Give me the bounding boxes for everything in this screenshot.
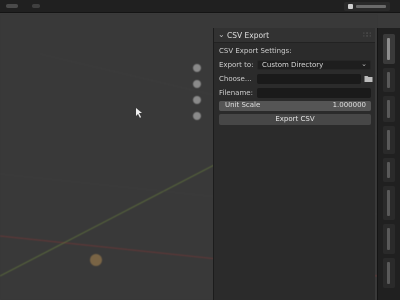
hand-pan-icon[interactable] [193,80,201,88]
filename-label: Filename: [219,89,253,97]
sidebar-tabs [377,28,400,300]
sidebar-tab[interactable] [383,34,395,64]
viewport-gizmo-tools [190,64,204,128]
export-to-value: Custom Directory [262,61,324,69]
export-csv-button[interactable]: Export CSV [219,114,371,125]
export-to-dropdown[interactable]: Custom Directory ⌄ [257,60,371,70]
scene-selector[interactable] [344,2,390,11]
grid-toggle-icon[interactable] [193,112,201,120]
export-to-row: Export to: Custom Directory ⌄ [219,60,371,71]
export-to-label: Export to: [219,61,254,69]
panel-header[interactable]: ⌄ CSV Export ∷∷ [214,28,375,43]
y-axis-line [0,161,221,277]
chevron-down-icon[interactable]: ⌄ [218,30,225,39]
sidebar-tab[interactable] [383,258,395,288]
mouse-cursor-icon [136,108,142,118]
scene-icon [348,4,353,9]
menu-icon[interactable] [6,4,18,8]
settings-heading-row: CSV Export Settings: [219,46,371,57]
editor-type-icon[interactable] [32,4,40,8]
directory-path-field[interactable] [257,74,361,84]
settings-heading: CSV Export Settings: [219,47,292,55]
sidebar-tab[interactable] [383,126,395,154]
sidebar-tab[interactable] [383,224,395,254]
origin-point [90,254,102,266]
panel-title: CSV Export [227,31,270,40]
sidebar-tab[interactable] [383,96,395,122]
top-header-bar [0,0,400,13]
sidebar-tab[interactable] [383,186,395,220]
choose-row: Choose... [219,74,373,85]
choose-label: Choose... [219,75,252,83]
folder-icon[interactable] [364,74,373,83]
sidebar-tab[interactable] [383,68,395,92]
sidebar-tab[interactable] [383,158,395,182]
filename-input[interactable] [257,88,371,98]
chevron-down-icon: ⌄ [361,60,367,68]
camera-icon[interactable] [193,96,201,104]
unit-scale-label: Unit Scale [225,101,261,109]
scene-name [356,5,386,8]
zoom-icon[interactable] [193,64,201,72]
filename-row: Filename: [219,88,371,99]
drag-grip-icon[interactable]: ∷∷ [363,31,371,39]
unit-scale-value: 1.000000 [332,101,366,109]
csv-export-panel: ⌄ CSV Export ∷∷ CSV Export Settings: Exp… [213,28,375,300]
unit-scale-slider[interactable]: Unit Scale 1.000000 [219,101,371,111]
